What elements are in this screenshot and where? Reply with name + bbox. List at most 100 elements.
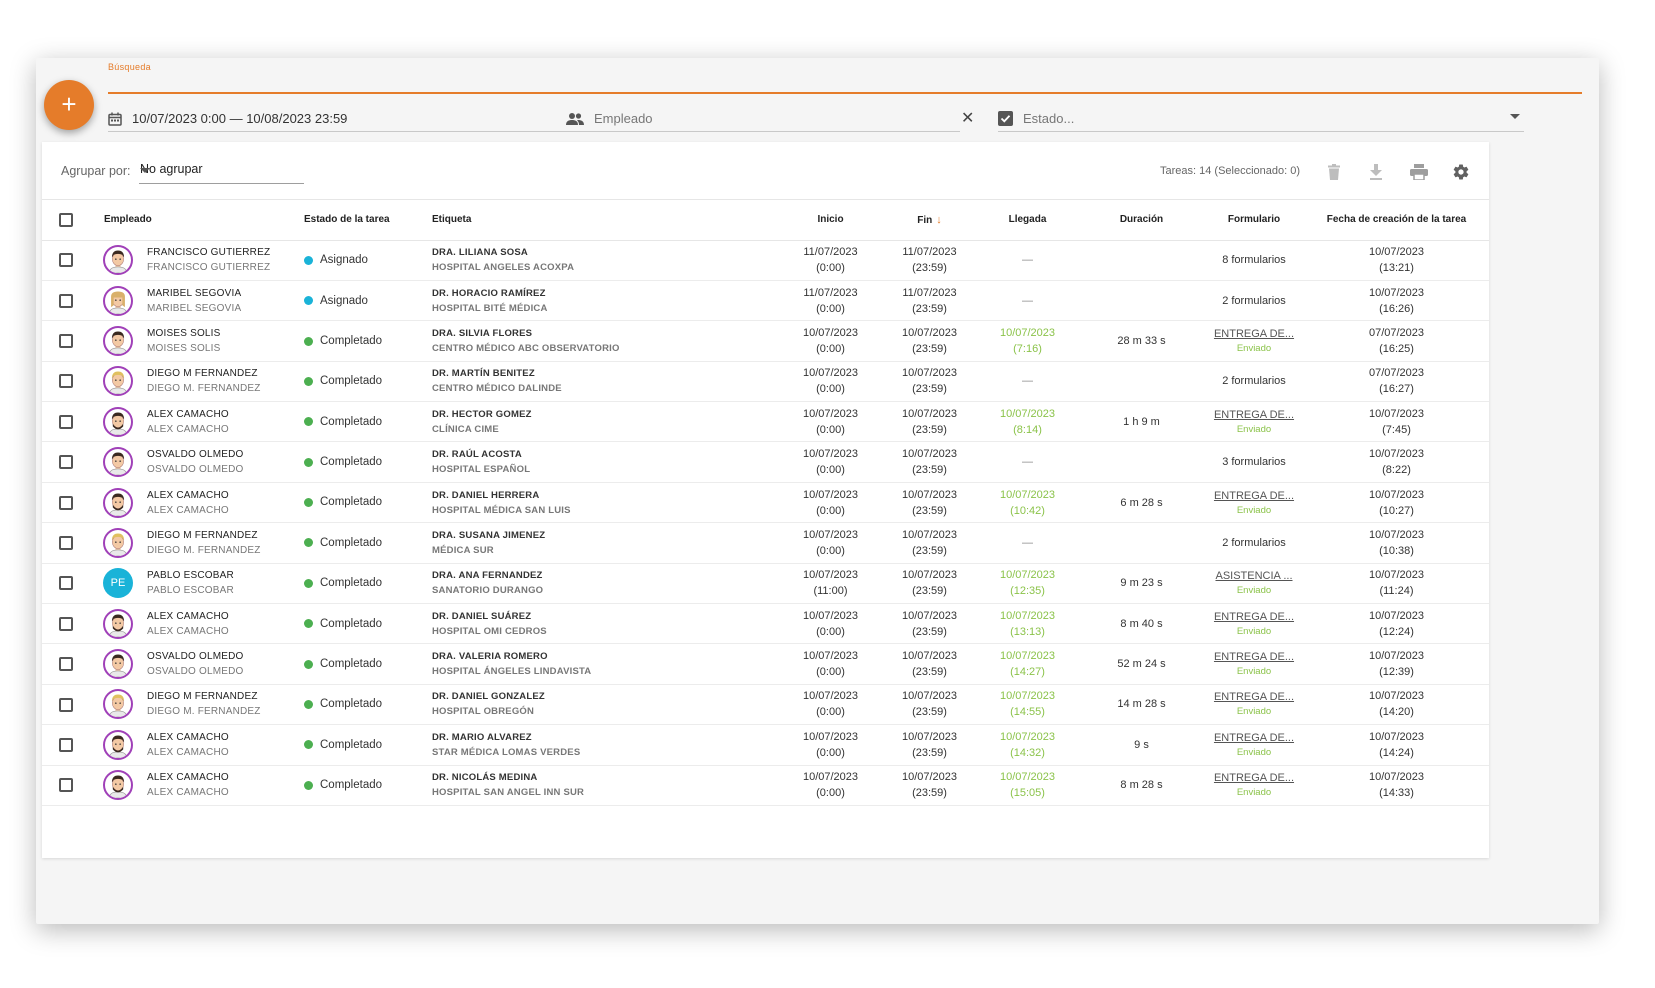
header-tag[interactable]: Etiqueta bbox=[418, 200, 778, 241]
created-cell: 10/07/2023 (12:24) bbox=[1304, 603, 1489, 645]
table-row[interactable]: ALEX CAMACHO ALEX CAMACHO Completado DR. MA… bbox=[42, 724, 1489, 766]
row-checkbox[interactable] bbox=[59, 657, 73, 672]
form-link[interactable]: ENTREGA DE... bbox=[1204, 610, 1304, 625]
table-row[interactable]: OSVALDO OLMEDO OSVALDO OLMEDO Completado DR… bbox=[42, 441, 1489, 483]
created-time: (16:27) bbox=[1379, 383, 1414, 396]
select-all-cell bbox=[42, 200, 90, 241]
row-checkbox[interactable] bbox=[59, 536, 73, 551]
employee-filter[interactable]: Empleado bbox=[566, 106, 960, 132]
search-input[interactable] bbox=[108, 92, 1582, 94]
row-checkbox[interactable] bbox=[59, 414, 73, 429]
row-checkbox[interactable] bbox=[59, 616, 73, 631]
tag-subtitle: HOSPITAL SAN ANGEL INN SUR bbox=[432, 787, 585, 799]
form-cell: ASISTENCIA ... Enviado bbox=[1204, 563, 1304, 605]
header-start[interactable]: Inicio bbox=[778, 200, 883, 241]
end-date: 10/07/2023 bbox=[901, 690, 958, 703]
header-arrival[interactable]: Llegada bbox=[976, 200, 1079, 241]
tag-subtitle: HOSPITAL OMI CEDROS bbox=[432, 625, 547, 637]
settings-button[interactable] bbox=[1449, 160, 1473, 184]
header-state[interactable]: Estado de la tarea bbox=[304, 200, 418, 241]
row-checkbox[interactable] bbox=[59, 576, 73, 591]
form-link[interactable]: ENTREGA DE... bbox=[1204, 650, 1304, 665]
row-checkbox[interactable] bbox=[59, 778, 73, 793]
form-link[interactable]: ASISTENCIA ... bbox=[1204, 569, 1304, 584]
header-form[interactable]: Formulario bbox=[1204, 200, 1304, 241]
start-cell: 10/07/2023 (0:00) bbox=[778, 522, 883, 564]
blond-man-icon bbox=[103, 689, 133, 720]
tag-subtitle: CENTRO MÉDICO DALINDE bbox=[432, 383, 562, 395]
duration-cell bbox=[1079, 361, 1204, 403]
form-link[interactable]: ENTREGA DE... bbox=[1204, 327, 1304, 342]
header-employee[interactable]: Empleado bbox=[90, 200, 304, 241]
table-row[interactable]: PE PABLO ESCOBAR PABLO ESCOBAR Completado DR… bbox=[42, 563, 1489, 605]
arrival-time: (14:27) bbox=[1010, 666, 1045, 679]
state-dot bbox=[304, 619, 313, 629]
state-cell: Completado bbox=[304, 441, 418, 483]
row-checkbox[interactable] bbox=[59, 334, 73, 349]
table-row[interactable]: DIEGO M FERNANDEZ DIEGO M. FERNANDEZ Compl… bbox=[42, 361, 1489, 403]
checkbox-checked-icon bbox=[998, 111, 1013, 126]
date-range-filter[interactable]: 10/07/2023 0:00 — 10/08/2023 23:59 bbox=[108, 106, 584, 132]
table-row[interactable]: FRANCISCO GUTIERREZ FRANCISCO GUTIERREZ As… bbox=[42, 240, 1489, 281]
header-end[interactable]: Fin ↓ bbox=[883, 200, 976, 241]
employee-subtitle: PABLO ESCOBAR bbox=[147, 585, 234, 597]
state-filter[interactable]: Estado... bbox=[998, 106, 1524, 132]
form-cell: 3 formularios bbox=[1204, 441, 1304, 483]
employee-cell: ALEX CAMACHO ALEX CAMACHO bbox=[90, 603, 304, 645]
end-cell: 10/07/2023 (23:59) bbox=[883, 522, 976, 564]
select-all-checkbox[interactable] bbox=[59, 212, 73, 227]
created-cell: 10/07/2023 (12:39) bbox=[1304, 643, 1489, 685]
state-dot bbox=[304, 417, 313, 427]
end-cell: 10/07/2023 (23:59) bbox=[883, 765, 976, 806]
form-link[interactable]: ENTREGA DE... bbox=[1204, 690, 1304, 705]
end-date: 10/07/2023 bbox=[901, 569, 958, 582]
table-row[interactable]: ALEX CAMACHO ALEX CAMACHO Completado DR. DA… bbox=[42, 603, 1489, 645]
row-checkbox[interactable] bbox=[59, 293, 73, 308]
group-by-select[interactable]: No agrupar bbox=[139, 160, 304, 184]
row-checkbox[interactable] bbox=[59, 737, 73, 752]
end-time: (23:59) bbox=[912, 383, 947, 396]
start-time: (0:00) bbox=[816, 342, 845, 355]
start-cell: 10/07/2023 (0:00) bbox=[778, 401, 883, 443]
tag-subtitle: HOSPITAL OBREGÓN bbox=[432, 706, 535, 718]
employee-cell: OSVALDO OLMEDO OSVALDO OLMEDO bbox=[90, 643, 304, 685]
table-row[interactable]: ALEX CAMACHO ALEX CAMACHO Completado DR. NI… bbox=[42, 765, 1489, 806]
row-checkbox[interactable] bbox=[59, 697, 73, 712]
download-button[interactable] bbox=[1364, 160, 1388, 184]
start-time: (0:00) bbox=[816, 383, 845, 396]
employee-subtitle: DIEGO M. FERNANDEZ bbox=[147, 544, 261, 556]
row-checkbox[interactable] bbox=[59, 455, 73, 470]
clear-employee-icon[interactable]: ✕ bbox=[961, 108, 974, 128]
form-link[interactable]: ENTREGA DE... bbox=[1204, 771, 1304, 786]
form-link[interactable]: ENTREGA DE... bbox=[1204, 489, 1304, 504]
table-row[interactable]: ALEX CAMACHO ALEX CAMACHO Completado DR. HE… bbox=[42, 401, 1489, 443]
table-row[interactable]: MOISES SOLIS MOISES SOLIS Completado DRA. S… bbox=[42, 320, 1489, 362]
table-row[interactable]: ALEX CAMACHO ALEX CAMACHO Completado DR. DA… bbox=[42, 482, 1489, 524]
row-checkbox[interactable] bbox=[59, 253, 73, 268]
end-time: (23:59) bbox=[912, 746, 947, 759]
state-label: Completado bbox=[320, 496, 383, 509]
row-checkbox[interactable] bbox=[59, 495, 73, 510]
table-row[interactable]: MARIBEL SEGOVIA MARIBEL SEGOVIA Asignado DR… bbox=[42, 280, 1489, 322]
row-select-cell bbox=[42, 643, 90, 685]
created-cell: 10/07/2023 (10:38) bbox=[1304, 522, 1489, 564]
row-select-cell bbox=[42, 765, 90, 806]
state-label: Asignado bbox=[320, 254, 368, 267]
form-link[interactable]: ENTREGA DE... bbox=[1204, 408, 1304, 423]
header-created[interactable]: Fecha de creación de la tarea bbox=[1304, 200, 1489, 241]
print-button[interactable] bbox=[1407, 160, 1431, 184]
tag-cell: DR. DANIEL HERRERA HOSPITAL MÉDICA SAN LU… bbox=[418, 482, 778, 524]
table-row[interactable]: OSVALDO OLMEDO OSVALDO OLMEDO Completado DR… bbox=[42, 643, 1489, 685]
chevron-down-icon[interactable] bbox=[1510, 114, 1520, 119]
tag-name: DRA. VALERIA ROMERO bbox=[432, 651, 548, 663]
form-link[interactable]: ENTREGA DE... bbox=[1204, 731, 1304, 746]
bearded-man-icon bbox=[103, 406, 133, 437]
table-row[interactable]: DIEGO M FERNANDEZ DIEGO M. FERNANDEZ Compl… bbox=[42, 684, 1489, 726]
header-duration[interactable]: Duración bbox=[1079, 200, 1204, 241]
table-toolbar: Agrupar por: No agrupar Tareas: 14 (Sele… bbox=[42, 142, 1489, 200]
delete-button[interactable] bbox=[1322, 160, 1346, 184]
created-date: 10/07/2023 bbox=[1368, 286, 1425, 299]
add-task-button[interactable]: + bbox=[44, 80, 94, 130]
row-checkbox[interactable] bbox=[59, 374, 73, 389]
table-row[interactable]: DIEGO M FERNANDEZ DIEGO M. FERNANDEZ Compl… bbox=[42, 522, 1489, 564]
